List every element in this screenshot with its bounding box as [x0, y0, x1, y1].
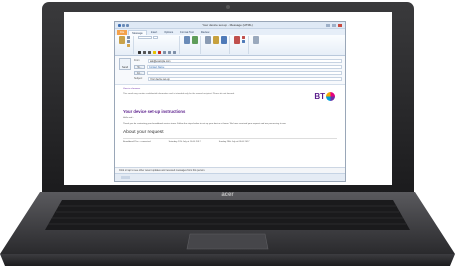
window-title: Your device set-up - Message (HTML)	[202, 23, 253, 27]
names-group	[182, 36, 201, 54]
cc-button[interactable]: Cc...	[134, 70, 145, 75]
bullets-icon[interactable]	[163, 51, 166, 54]
email-heading: Your device set-up instructions	[123, 109, 186, 114]
cc-field[interactable]	[147, 70, 342, 75]
laptop-photo: Your device set-up - Message (HTML) File…	[0, 0, 455, 280]
zoom-group	[251, 36, 261, 54]
format-painter-icon[interactable]	[127, 44, 130, 47]
attach-item-icon[interactable]	[213, 36, 219, 44]
send-button[interactable]: Send	[119, 58, 131, 70]
attach-file-icon[interactable]	[205, 36, 211, 44]
laptop-base: acer	[0, 192, 455, 278]
body-text: Thank you for contacting your broadband …	[123, 123, 287, 125]
paste-icon[interactable]	[119, 36, 125, 44]
title-bar: Your device set-up - Message (HTML)	[115, 22, 345, 29]
bt-globe-icon	[326, 92, 335, 101]
message-header: From ask@example.com To... Contact Name …	[115, 56, 345, 85]
check-names-icon[interactable]	[192, 36, 198, 44]
highlight-icon[interactable]	[153, 51, 156, 54]
cut-icon[interactable]	[127, 36, 130, 39]
subject-label: Subject:	[134, 77, 143, 80]
zoom-icon[interactable]	[253, 36, 259, 44]
message-body[interactable]: View in a browser This email may contain…	[115, 85, 345, 165]
include-group	[203, 36, 230, 54]
outlook-message-window: Your device set-up - Message (HTML) File…	[114, 21, 346, 182]
greeting-text: Hello and...	[123, 117, 135, 119]
tab-format-text[interactable]: Format Text	[177, 30, 197, 35]
from-label: From	[134, 59, 140, 62]
maximize-icon[interactable]	[332, 23, 336, 27]
recipient-chip[interactable]: Contact Name	[149, 66, 164, 69]
low-importance-icon[interactable]	[242, 40, 245, 43]
font-name-select[interactable]	[138, 36, 152, 39]
webcam-icon	[226, 5, 230, 9]
request-service: Broadband Plus - connected	[123, 141, 151, 143]
underline-icon[interactable]	[148, 51, 151, 54]
tab-message[interactable]: Message	[128, 30, 147, 35]
undo-icon[interactable]	[122, 23, 125, 27]
italic-icon[interactable]	[143, 51, 146, 54]
laptop-base-drawing	[0, 192, 455, 266]
tab-file[interactable]: File	[117, 30, 128, 35]
intro-text: This email may contain confidential info…	[123, 93, 235, 95]
ribbon	[115, 35, 345, 56]
tags-group	[232, 36, 249, 54]
subject-field[interactable]: Your device set-up	[148, 76, 342, 81]
people-pane-button[interactable]	[121, 176, 130, 179]
align-icon[interactable]	[173, 51, 176, 54]
section-title: About your request	[123, 130, 164, 135]
request-date-end: Sunday 28th July at 09:00 2017	[218, 141, 250, 143]
basic-text-group	[136, 36, 180, 54]
clipboard-group	[117, 36, 134, 54]
signature-icon[interactable]	[221, 36, 227, 44]
request-info-row: Broadband Plus - connected Saturday 27th…	[123, 138, 337, 143]
minimize-icon[interactable]	[326, 23, 330, 27]
laptop-screen: Your device set-up - Message (HTML) File…	[64, 12, 392, 185]
keyboard[interactable]	[45, 200, 410, 230]
bold-icon[interactable]	[138, 51, 141, 54]
bt-logo: BT	[314, 92, 335, 101]
tab-review[interactable]: Review	[198, 30, 213, 35]
to-field[interactable]: Contact Name	[147, 64, 342, 69]
tab-insert[interactable]: Insert	[148, 30, 161, 35]
high-importance-icon[interactable]	[242, 36, 245, 39]
copy-icon[interactable]	[127, 40, 130, 43]
from-field[interactable]: ask@example.com	[148, 58, 342, 63]
numbering-icon[interactable]	[168, 51, 171, 54]
quick-access-toolbar	[118, 23, 129, 27]
address-book-icon[interactable]	[184, 36, 190, 44]
view-in-browser-link[interactable]: View in a browser	[123, 88, 337, 90]
tab-options[interactable]: Options	[161, 30, 176, 35]
font-size-select[interactable]	[153, 36, 158, 39]
bt-logo-text: BT	[314, 92, 325, 101]
touchpad[interactable]	[186, 233, 269, 250]
request-date-start: Saturday 27th July at 10:00 2017	[168, 141, 201, 143]
window-controls	[326, 23, 342, 27]
status-bar	[115, 173, 345, 181]
save-icon[interactable]	[118, 23, 121, 27]
follow-up-flag-icon[interactable]	[234, 36, 240, 44]
close-icon[interactable]	[338, 23, 342, 27]
font-color-icon[interactable]	[158, 51, 161, 54]
to-button[interactable]: To...	[134, 64, 145, 69]
acer-logo: acer	[221, 192, 234, 198]
